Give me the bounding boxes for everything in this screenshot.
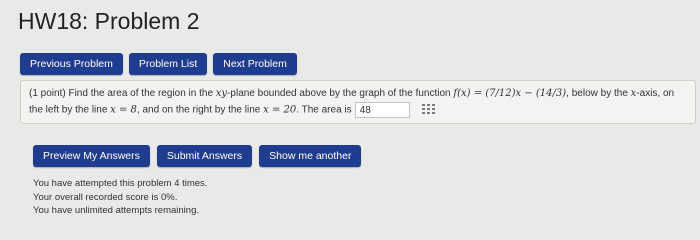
left-bound: x = 8 [110, 104, 137, 116]
score-text: Your overall recorded score is 0%. [33, 191, 178, 203]
problem-text: , and on the right by the line [136, 104, 264, 116]
problem-text: -plane bounded above by the graph of the… [227, 88, 454, 99]
problem-text: , below by the [566, 88, 631, 99]
problem-text: (1 point) Find the area of the region in… [29, 88, 216, 99]
show-another-button[interactable]: Show me another [259, 145, 362, 167]
attempts-text: You have attempted this problem 4 times. [33, 178, 208, 189]
right-bound: x = 20 [263, 104, 297, 116]
problem-text: . The area is [296, 104, 352, 116]
problem-navigation: Previous Problem Problem List Next Probl… [20, 53, 297, 75]
submit-answers-button[interactable]: Submit Answers [156, 145, 253, 167]
problem-line-1: (1 point) Find the area of the region in… [29, 86, 687, 102]
next-problem-button[interactable]: Next Problem [213, 53, 297, 75]
preview-answers-button[interactable]: Preview My Answers [33, 145, 150, 167]
answer-input[interactable] [354, 102, 410, 118]
problem-statement: (1 point) Find the area of the region in… [20, 80, 696, 124]
answer-actions: Preview My Answers Submit Answers Show m… [33, 145, 362, 167]
previous-problem-button[interactable]: Previous Problem [20, 53, 123, 75]
grid-icon[interactable] [421, 104, 436, 116]
remaining-attempts-text: You have unlimited attempts remaining. [33, 205, 199, 216]
answer-area [354, 102, 436, 118]
plane-variable: xy [215, 88, 228, 99]
problem-list-button[interactable]: Problem List [128, 53, 208, 75]
problem-text: the left by the line [29, 104, 111, 116]
function-expression: f(x) = (7/12)x − (14/3) [453, 88, 567, 99]
attempt-status: You have attempted this problem 4 times.… [33, 177, 207, 218]
problem-line-2: the left by the line x = 8, and on the r… [29, 102, 687, 119]
page-title: HW18: Problem 2 [18, 8, 200, 34]
problem-text: -axis, on [636, 88, 675, 99]
